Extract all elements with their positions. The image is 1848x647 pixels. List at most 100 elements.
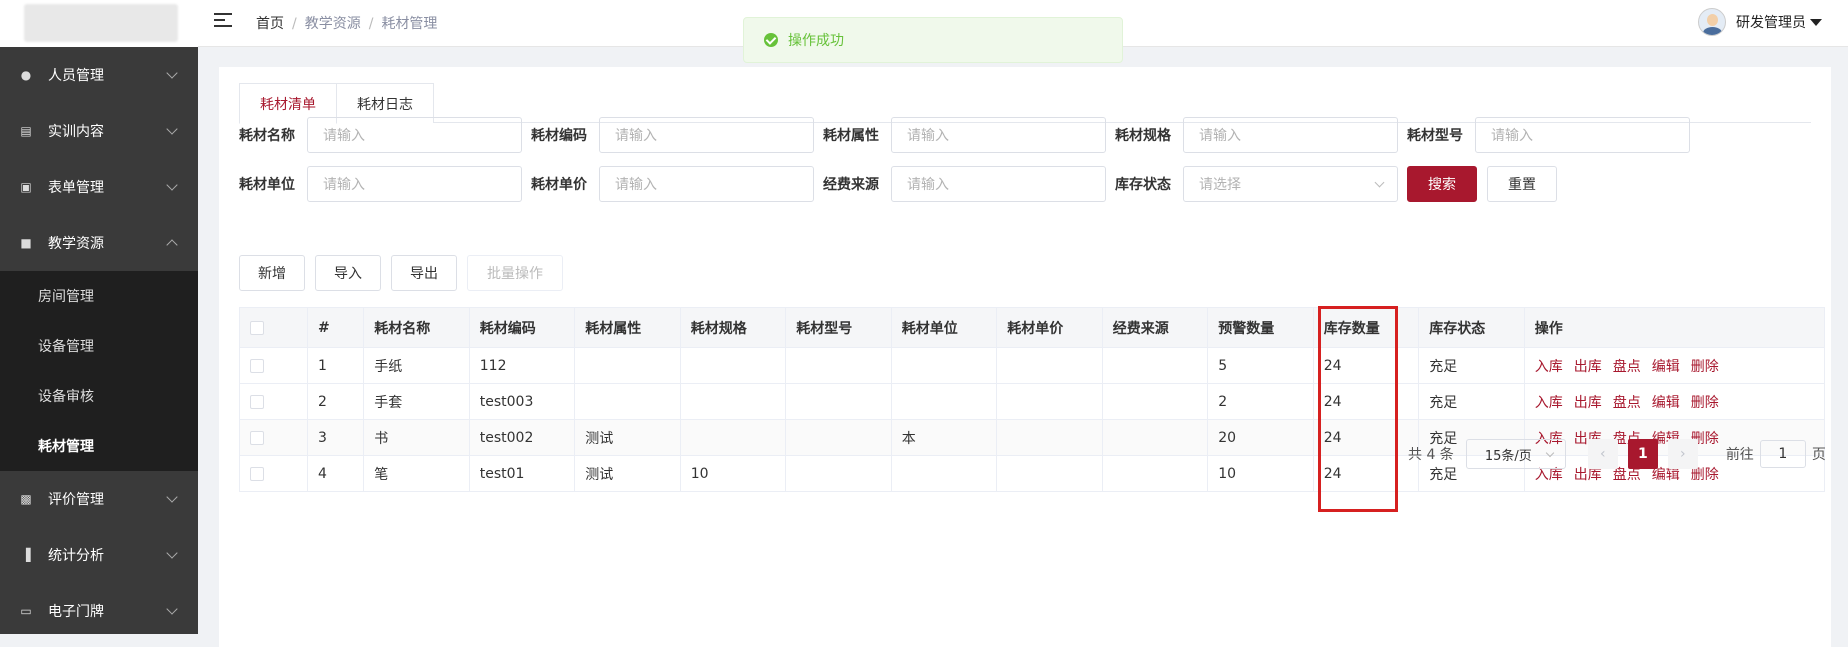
row-action-link[interactable]: 入库: [1535, 395, 1563, 411]
row-action-link[interactable]: 出库: [1574, 395, 1602, 411]
sidebar-item-label: 统计分析: [48, 548, 104, 564]
filter-input[interactable]: 请输入: [307, 166, 522, 202]
row-action-link[interactable]: 出库: [1574, 359, 1602, 375]
table-cell: [785, 419, 892, 456]
chevron-down-icon: [166, 547, 178, 559]
avatar: [1698, 8, 1726, 36]
goto-page: 前往 1 页: [1726, 440, 1826, 468]
add-button[interactable]: 新增: [239, 255, 305, 291]
filter-input[interactable]: 请输入: [599, 166, 814, 202]
filter-input[interactable]: 请输入: [1183, 117, 1398, 153]
row-checkbox[interactable]: [239, 347, 308, 384]
sidebar-item[interactable]: ● 人员管理: [0, 47, 198, 103]
row-action-link[interactable]: 入库: [1535, 359, 1563, 375]
total-count: 共 4 条: [1408, 447, 1454, 463]
sidebar-item[interactable]: ▣ 表单管理: [0, 159, 198, 215]
search-button[interactable]: 搜索: [1407, 166, 1477, 202]
filter-label: 耗材名称: [239, 128, 295, 144]
page-number[interactable]: 1: [1627, 439, 1658, 469]
row-action-link[interactable]: 盘点: [1613, 359, 1641, 375]
filter-input[interactable]: 请选择: [1183, 166, 1398, 202]
row-checkbox[interactable]: [239, 383, 308, 420]
filter-row-1: 耗材名称 请输入 耗材编码 请输入 耗材属性 请输入 耗材规格 请输入 耗材型号 请输入: [239, 117, 1699, 153]
sidebar-item[interactable]: ▩ 评价管理: [0, 471, 198, 527]
table-cell: 4: [306, 455, 365, 492]
row-action-link[interactable]: 盘点: [1613, 395, 1641, 411]
next-page-button[interactable]: ›: [1667, 439, 1698, 469]
sidebar-item[interactable]: ▐ 统计分析: [0, 527, 198, 583]
filter-item: 耗材规格 请输入: [1115, 117, 1407, 153]
filter-label: 耗材单价: [531, 177, 587, 193]
table-cell: [574, 383, 681, 420]
checkbox[interactable]: [250, 320, 264, 335]
checkbox[interactable]: [250, 430, 264, 445]
table-cell: 本: [890, 419, 998, 456]
table-cell: [996, 455, 1103, 492]
submenu-item[interactable]: 设备管理: [0, 321, 198, 371]
sidebar-item[interactable]: ■ 教学资源: [0, 215, 198, 271]
export-button[interactable]: 导出: [391, 255, 457, 291]
column-header: 耗材属性: [574, 307, 681, 348]
filter-input[interactable]: 请输入: [891, 166, 1106, 202]
column-header: 操作: [1523, 307, 1826, 348]
main-card: 耗材清单 耗材日志 耗材名称 请输入 耗材编码 请输入 耗材属性 请输入 耗材规格 请输入 耗材…: [219, 67, 1831, 647]
row-action-link[interactable]: 删除: [1691, 359, 1719, 375]
filter-input[interactable]: 请输入: [891, 117, 1106, 153]
prev-page-button[interactable]: ‹: [1587, 439, 1618, 469]
import-button[interactable]: 导入: [315, 255, 381, 291]
column-header: 耗材单位: [890, 307, 998, 348]
filter-item: 耗材编码 请输入: [531, 117, 823, 153]
user-menu[interactable]: 研发管理员: [1698, 8, 1822, 36]
table-cell: 1: [306, 347, 365, 384]
checkbox[interactable]: [250, 466, 264, 481]
filter-input[interactable]: 请输入: [599, 117, 814, 153]
chevron-down-icon: [166, 491, 178, 503]
checkbox[interactable]: [250, 358, 264, 373]
column-header: #: [306, 307, 365, 348]
row-action-link[interactable]: 删除: [1691, 395, 1719, 411]
row-action-link[interactable]: 编辑: [1652, 395, 1680, 411]
filter-input[interactable]: 请输入: [307, 117, 522, 153]
row-action-link[interactable]: 编辑: [1652, 359, 1680, 375]
table-cell: [785, 383, 892, 420]
submenu-item[interactable]: 房间管理: [0, 271, 198, 321]
checkbox[interactable]: [250, 394, 264, 409]
submenu-item[interactable]: 耗材管理: [0, 421, 198, 471]
select-all-checkbox[interactable]: [239, 307, 308, 348]
table-row: 2 手套 test003 2 24 充足 入库 出库 盘点 编辑 删除: [239, 383, 1826, 420]
row-checkbox[interactable]: [239, 455, 308, 492]
breadcrumb-home[interactable]: 首页: [256, 16, 284, 32]
submenu-item[interactable]: 设备审核: [0, 371, 198, 421]
sidebar-item-label: 教学资源: [48, 236, 104, 252]
filter-item: 耗材单价 请输入: [531, 166, 823, 202]
row-actions: 入库出库盘点编辑删除: [1523, 347, 1826, 384]
page-size-select[interactable]: 15条/页: [1465, 439, 1566, 469]
table-cell: 3: [306, 419, 365, 456]
batch-button[interactable]: 批量操作: [467, 255, 563, 291]
chevron-down-icon: [1374, 177, 1385, 188]
pagination: 共 4 条 15条/页 ‹ 1 › 前往 1 页: [1408, 439, 1826, 469]
chart-card-icon: ▩: [20, 492, 32, 506]
bar-chart-icon: ▐: [21, 548, 31, 562]
reset-button[interactable]: 重置: [1487, 166, 1557, 202]
sidebar-item[interactable]: ▤ 实训内容: [0, 103, 198, 159]
table-cell: [890, 383, 998, 420]
table-row: 1 手纸 112 5 24 充足 入库 出库 盘点 编辑 删除: [239, 347, 1826, 384]
page-size-value: 15条/页: [1484, 448, 1532, 464]
column-header: 耗材型号: [785, 307, 892, 348]
table-cell: [679, 347, 787, 384]
breadcrumb-resource[interactable]: 教学资源: [305, 16, 361, 32]
highlight-box: [1318, 306, 1398, 512]
table-cell: 书: [363, 419, 470, 456]
user-name: 研发管理员: [1736, 15, 1806, 31]
form-icon: ▣: [20, 180, 32, 194]
menu-toggle-icon[interactable]: [214, 13, 232, 29]
filter-input[interactable]: 请输入: [1475, 117, 1690, 153]
goto-page-input[interactable]: 1: [1759, 440, 1806, 468]
input-placeholder: 请输入: [615, 128, 657, 144]
table-cell: [996, 419, 1103, 456]
sidebar-item[interactable]: ▭ 电子门牌: [0, 583, 198, 634]
row-checkbox[interactable]: [239, 419, 308, 456]
chevron-down-icon: [1545, 448, 1555, 458]
logo-image: [24, 4, 178, 42]
